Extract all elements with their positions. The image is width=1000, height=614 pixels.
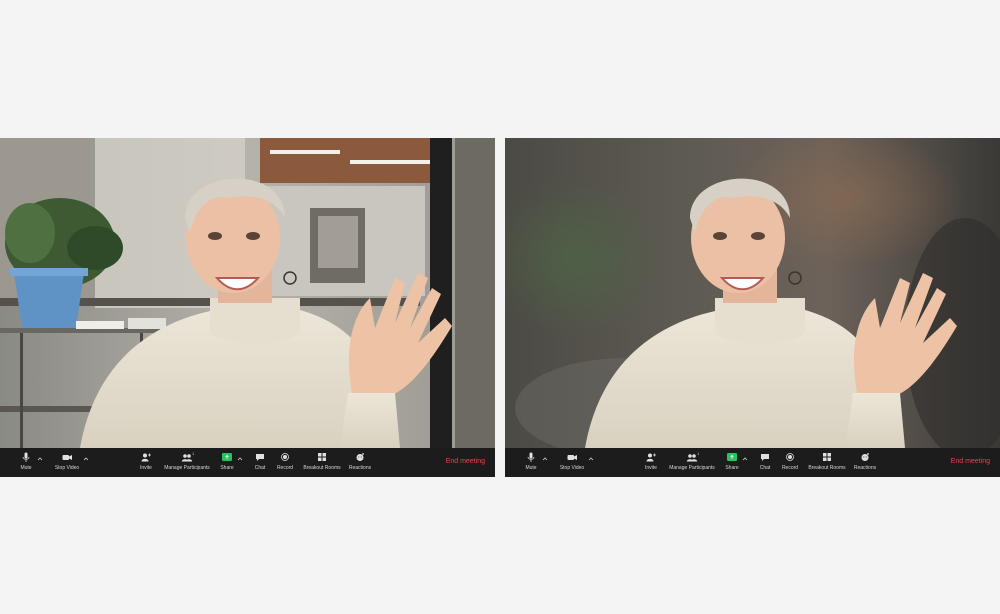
chevron-up-icon[interactable] <box>542 456 548 462</box>
chevron-up-icon[interactable] <box>588 456 594 462</box>
reactions-button[interactable]: Reactions <box>853 452 877 474</box>
mute-label: Mute <box>20 465 32 471</box>
invite-label: Invite <box>645 465 657 471</box>
microphone-icon <box>527 452 535 462</box>
participant-video <box>505 138 1000 448</box>
chevron-up-icon[interactable] <box>37 456 43 462</box>
manage-participants-button[interactable]: Manage Participants <box>164 452 210 474</box>
invite-icon <box>646 453 656 462</box>
stop-video-button[interactable]: Stop Video <box>52 452 82 474</box>
participants-count: 1 <box>192 451 195 456</box>
share-button[interactable]: Share <box>723 452 741 474</box>
end-meeting-button[interactable]: End meeting <box>951 457 990 467</box>
video-panel-blurred: Mute Stop Video Invite Manage Participan… <box>505 138 1000 477</box>
record-button[interactable]: Record <box>779 452 801 474</box>
record-icon <box>281 453 289 461</box>
mute-button[interactable]: Mute <box>521 452 541 474</box>
record-icon <box>786 453 794 461</box>
video-camera-icon <box>62 455 72 460</box>
breakout-rooms-label: Breakout Rooms <box>303 465 341 471</box>
breakout-rooms-icon <box>318 453 326 461</box>
share-label: Share <box>220 465 234 471</box>
manage-participants-label: Manage Participants <box>164 465 210 471</box>
record-label: Record <box>276 465 294 471</box>
chat-label: Chat <box>759 465 771 471</box>
invite-icon <box>141 453 151 462</box>
participant-video <box>0 138 495 448</box>
manage-participants-label: Manage Participants <box>669 465 715 471</box>
invite-button[interactable]: Invite <box>136 452 156 474</box>
mute-button[interactable]: Mute <box>16 452 36 474</box>
reactions-button[interactable]: Reactions <box>348 452 372 474</box>
microphone-icon <box>22 452 30 462</box>
reactions-icon <box>861 453 869 461</box>
breakout-rooms-label: Breakout Rooms <box>808 465 846 471</box>
breakout-rooms-button[interactable]: Breakout Rooms <box>808 452 846 474</box>
breakout-rooms-icon <box>823 453 831 461</box>
video-feed-blurred-background <box>505 138 1000 448</box>
chat-icon <box>761 454 769 461</box>
chevron-up-icon[interactable] <box>83 456 89 462</box>
chat-label: Chat <box>254 465 266 471</box>
participants-count: 1 <box>697 451 700 456</box>
video-camera-icon <box>567 455 577 460</box>
share-screen-icon <box>727 453 737 461</box>
breakout-rooms-button[interactable]: Breakout Rooms <box>303 452 341 474</box>
meeting-toolbar: Mute Stop Video Invite Manage Participan… <box>505 448 1000 477</box>
stop-video-label: Stop Video <box>54 465 80 471</box>
video-panel-original: Mute Stop Video Invite Manage Participan… <box>0 138 495 477</box>
end-meeting-button[interactable]: End meeting <box>446 457 485 467</box>
manage-participants-button[interactable]: Manage Participants <box>669 452 715 474</box>
share-screen-icon <box>222 453 232 461</box>
chevron-up-icon[interactable] <box>237 456 243 462</box>
share-button[interactable]: Share <box>218 452 236 474</box>
share-label: Share <box>725 465 739 471</box>
invite-button[interactable]: Invite <box>641 452 661 474</box>
reactions-icon <box>356 453 364 461</box>
chat-icon <box>256 454 264 461</box>
record-button[interactable]: Record <box>274 452 296 474</box>
reactions-label: Reactions <box>348 465 372 471</box>
stop-video-label: Stop Video <box>559 465 585 471</box>
meeting-toolbar: Mute Stop Video Invite Manage Participan… <box>0 448 495 477</box>
stop-video-button[interactable]: Stop Video <box>557 452 587 474</box>
mute-label: Mute <box>525 465 537 471</box>
invite-label: Invite <box>140 465 152 471</box>
reactions-label: Reactions <box>853 465 877 471</box>
record-label: Record <box>781 465 799 471</box>
chat-button[interactable]: Chat <box>756 452 774 474</box>
chevron-up-icon[interactable] <box>742 456 748 462</box>
video-feed-original-background <box>0 138 495 448</box>
chat-button[interactable]: Chat <box>251 452 269 474</box>
